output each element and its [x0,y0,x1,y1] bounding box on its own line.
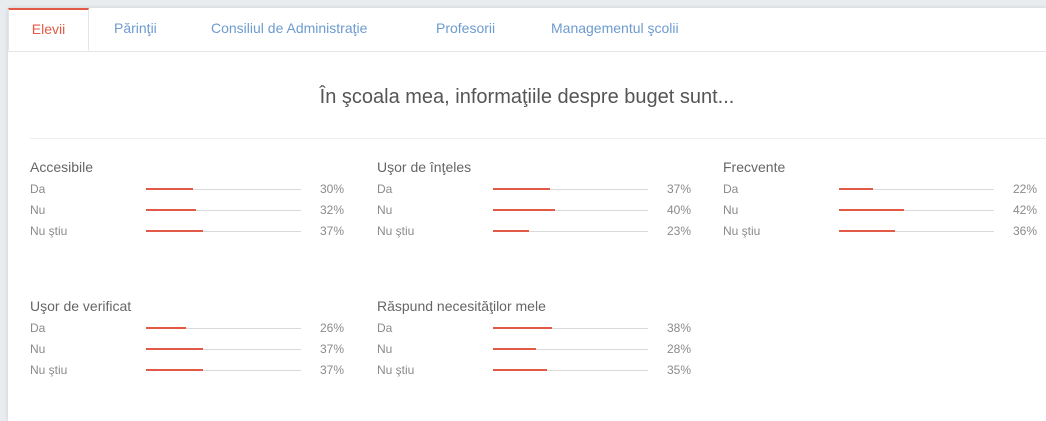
progress-fill [146,188,193,190]
survey-panel: Elevii Părinţii Consiliul de Administraţ… [8,8,1046,421]
progress-fill [493,209,555,211]
stat-row: Nu ştiu 37% [30,220,360,241]
row-label: Nu ştiu [30,363,68,377]
progress-fill [493,369,548,371]
progress-track [839,209,994,211]
row-percent: 38% [666,321,691,335]
stat-row: Nu 28% [377,338,707,359]
progress-track [493,348,648,350]
stat-row: Da 22% [723,178,1046,199]
row-percent: 35% [666,363,691,377]
group-title: Uşor de verificat [30,298,132,314]
stat-row: Nu 32% [30,199,360,220]
stat-row: Nu ştiu 23% [377,220,707,241]
progress-track [493,188,648,190]
row-percent: 23% [666,224,691,238]
row-label: Nu ştiu [377,224,415,238]
stat-row: Nu ştiu 36% [723,220,1046,241]
stat-row: Nu 40% [377,199,707,220]
row-percent: 28% [666,342,691,356]
group-accesibile: Accesibile Da 30% Nu 32% Nu ştiu 37% [30,156,360,241]
row-percent: 26% [319,321,344,335]
group-usor-de-verificat: Uşor de verificat Da 26% Nu 37% Nu ştiu 37% [30,295,360,380]
progress-fill [493,230,529,232]
row-percent: 37% [319,363,344,377]
tab-bar: Elevii Părinţii Consiliul de Administraţ… [8,8,1046,52]
row-label: Da [723,182,739,196]
row-percent: 42% [1012,203,1037,217]
progress-fill [839,188,874,190]
progress-track [493,209,648,211]
progress-track [493,230,648,232]
row-percent: 37% [319,224,344,238]
group-title: Accesibile [30,159,94,175]
progress-track [146,348,301,350]
progress-fill [493,348,537,350]
row-label: Da [30,321,46,335]
row-label: Nu [30,342,46,356]
progress-track [146,327,301,329]
progress-track [839,230,994,232]
row-percent: 37% [666,182,691,196]
group-usor-de-inteles: Uşor de înţeles Da 37% Nu 40% Nu ştiu 23% [377,156,707,241]
stat-row: Nu ştiu 35% [377,359,707,380]
tab-elevii[interactable]: Elevii [8,8,89,51]
row-label: Da [377,321,393,335]
progress-fill [146,369,204,371]
progress-fill [146,327,187,329]
stat-row: Nu 37% [30,338,360,359]
progress-track [493,327,648,329]
progress-fill [493,188,551,190]
progress-track [146,188,301,190]
group-title: Răspund necesităţilor mele [377,298,546,314]
row-label: Nu [30,203,46,217]
group-frecvente: Frecvente Da 22% Nu 42% Nu ştiu 36% [723,156,1046,241]
row-percent: 40% [666,203,691,217]
group-title: Frecvente [723,159,786,175]
row-label: Nu [723,203,739,217]
progress-fill [493,327,552,329]
progress-fill [146,230,204,232]
tab-profesorii[interactable]: Profesorii [436,8,495,51]
row-label: Nu ştiu [30,224,68,238]
tab-parintii[interactable]: Părinţii [114,8,157,51]
group-title: Uşor de înţeles [377,159,472,175]
row-percent: 36% [1012,224,1037,238]
row-label: Nu [377,203,393,217]
stat-row: Da 37% [377,178,707,199]
progress-track [493,369,648,371]
progress-track [146,369,301,371]
progress-track [146,209,301,211]
row-label: Da [377,182,393,196]
stat-row: Nu ştiu 37% [30,359,360,380]
progress-track [839,188,994,190]
row-percent: 22% [1012,182,1037,196]
row-percent: 37% [319,342,344,356]
stat-row: Da 26% [30,317,360,338]
stat-row: Da 38% [377,317,707,338]
tab-consiliul-de-administratie[interactable]: Consiliul de Administraţie [211,8,367,51]
row-label: Da [30,182,46,196]
stat-row: Nu 42% [723,199,1046,220]
row-label: Nu ştiu [723,224,761,238]
divider [30,138,1046,139]
progress-fill [146,348,204,350]
tab-managementul-scolii[interactable]: Managementul şcolii [551,8,679,51]
group-raspund-necesitatilor: Răspund necesităţilor mele Da 38% Nu 28% N… [377,295,707,380]
row-label: Nu ştiu [377,363,415,377]
progress-fill [146,209,196,211]
row-percent: 30% [319,182,344,196]
progress-fill [839,209,905,211]
page-title: În şcoala mea, informaţiile despre buget… [319,86,735,108]
stat-row: Da 30% [30,178,360,199]
row-label: Nu [377,342,393,356]
progress-fill [839,230,895,232]
progress-track [146,230,301,232]
row-percent: 32% [319,203,344,217]
